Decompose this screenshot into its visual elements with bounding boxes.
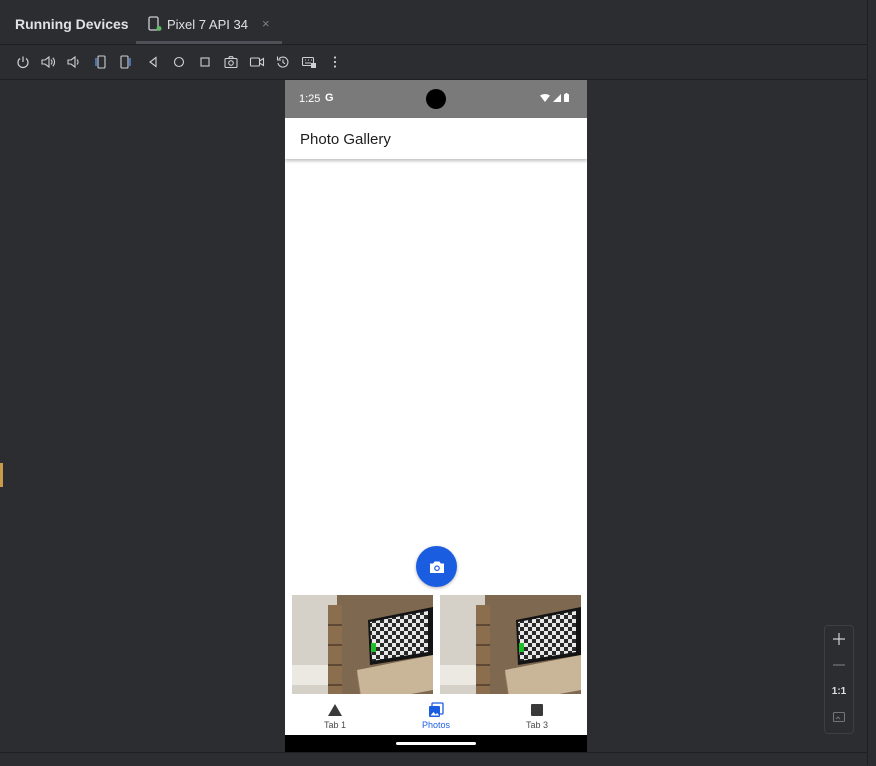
nav-tab-photos-label: Photos <box>421 720 451 730</box>
nav-tab-3-label: Tab 3 <box>525 720 549 730</box>
rotate-left-icon[interactable] <box>92 54 108 70</box>
camera-fab[interactable] <box>416 546 457 587</box>
app-bar: Photo Gallery <box>285 118 587 159</box>
page-title: Photo Gallery <box>300 131 391 148</box>
keyboard-icon[interactable] <box>301 54 317 70</box>
nav-tab-3[interactable]: Tab 3 <box>487 694 587 735</box>
power-icon[interactable] <box>15 54 31 70</box>
camera-icon <box>429 561 444 573</box>
device-tab[interactable]: Pixel 7 API 34 × <box>136 6 282 44</box>
close-icon[interactable]: × <box>262 16 270 31</box>
signal-icon <box>553 93 561 102</box>
status-time: 1:25 <box>299 93 321 105</box>
wifi-icon <box>540 93 550 102</box>
gutter-marker <box>0 463 3 487</box>
reset-icon[interactable] <box>275 54 291 70</box>
nav-tab-1-label: Tab 1 <box>323 720 347 730</box>
photos-icon <box>429 702 444 717</box>
android-status-bar: 1:25 G <box>285 80 587 118</box>
tool-window-header: Running Devices Pixel 7 API 34 × <box>0 0 876 45</box>
nav-tab-1[interactable]: Tab 1 <box>285 694 385 735</box>
zoom-out-button[interactable] <box>825 652 853 678</box>
fit-screen-icon <box>832 711 846 723</box>
right-tool-strip <box>867 0 876 765</box>
status-icons <box>540 93 569 102</box>
plus-icon <box>833 633 845 645</box>
overview-icon[interactable] <box>197 54 213 70</box>
triangle-icon <box>328 704 342 716</box>
nav-tab-photos[interactable]: Photos <box>386 694 486 735</box>
zoom-actual-size-button[interactable]: 1:1 <box>825 678 853 704</box>
home-icon[interactable] <box>171 54 187 70</box>
google-icon: G <box>325 92 334 104</box>
gallery-content[interactable] <box>285 159 587 746</box>
volume-down-icon[interactable] <box>65 54 81 70</box>
rotate-right-icon[interactable] <box>118 54 134 70</box>
zoom-fit-button[interactable] <box>825 704 853 730</box>
device-toolbar <box>0 45 876 80</box>
square-icon <box>531 704 543 716</box>
screen-record-icon[interactable] <box>249 54 265 70</box>
zoom-actual-size-label: 1:1 <box>831 685 847 697</box>
zoom-controls: 1:1 <box>824 625 854 734</box>
more-icon[interactable] <box>327 54 343 70</box>
gesture-handle[interactable] <box>396 742 476 745</box>
bottom-navigation: Tab 1 Photos Tab 3 <box>285 694 587 735</box>
ide-status-strip <box>0 752 876 766</box>
screenshot-icon[interactable] <box>223 54 239 70</box>
panel-title: Running Devices <box>15 16 129 32</box>
device-screen[interactable]: 1:25 G Photo Gallery Tab 1 Photos Tab 3 <box>285 80 587 752</box>
camera-cutout <box>426 89 446 109</box>
back-icon[interactable] <box>145 54 161 70</box>
volume-up-icon[interactable] <box>40 54 56 70</box>
minus-icon <box>833 664 845 666</box>
device-icon <box>148 16 162 31</box>
battery-icon <box>564 93 569 102</box>
device-tab-label: Pixel 7 API 34 <box>167 17 248 32</box>
zoom-in-button[interactable] <box>825 626 853 652</box>
gesture-navigation <box>285 735 587 752</box>
